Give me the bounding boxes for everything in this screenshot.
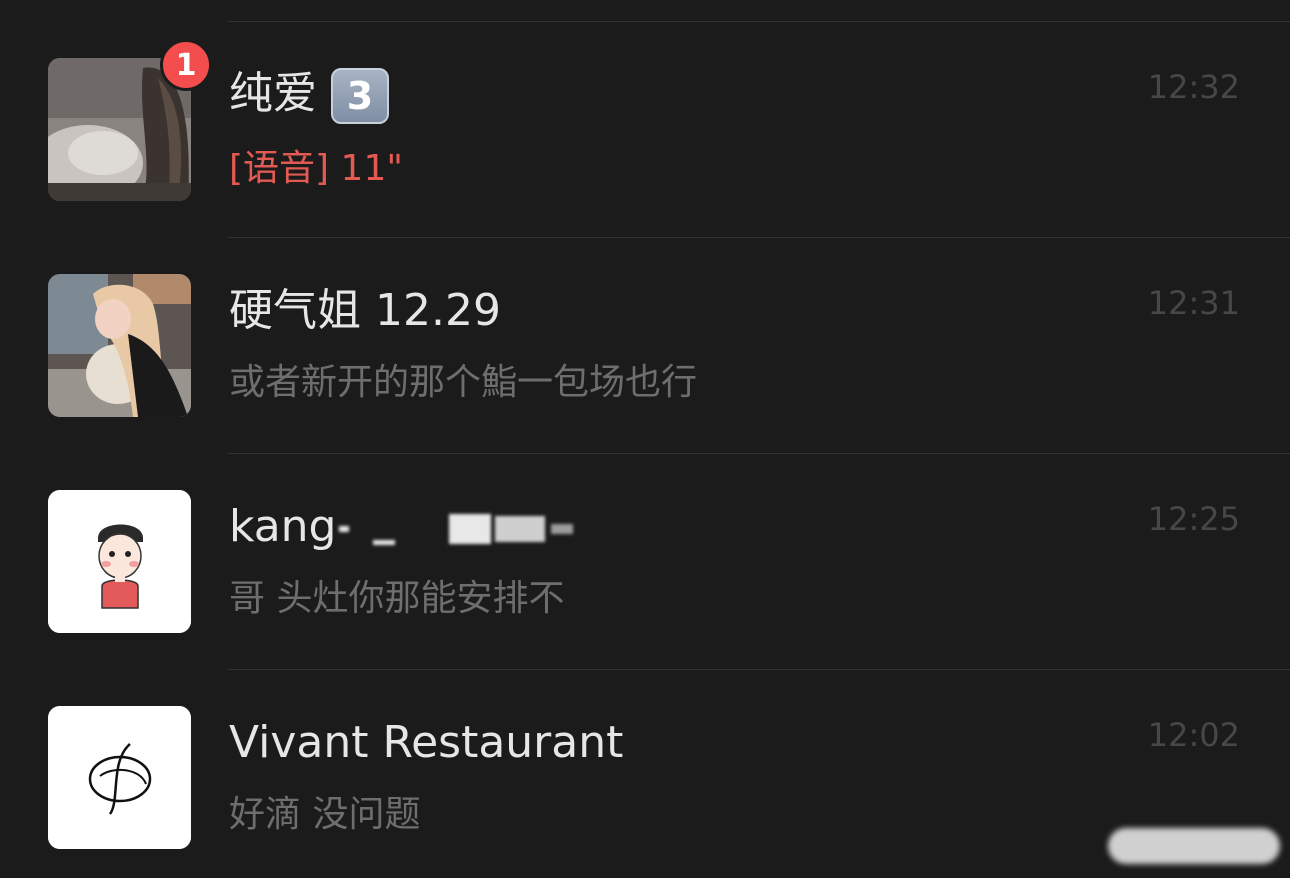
message-preview: 好滴 没问题 [229,794,421,835]
chat-name: kang [229,499,573,555]
cartoon-boy-avatar-icon [48,490,191,633]
chat-name: Vivant Restaurant [229,717,624,768]
chat-name: 纯爱 3 [229,66,389,124]
message-preview: 或者新开的那个鮨一包场也行 [229,362,698,403]
vivant-logo-avatar-icon [48,706,191,849]
chat-list: 1 纯爱 3 [语音] 11" 12:32 硬气姐 12.29 或者新开的那个鮨一… [0,0,1290,878]
chat-name: 硬气姐 12.29 [229,285,501,336]
redacted-name [337,501,573,552]
chat-row-chunai[interactable]: 1 纯爱 3 [语音] 11" 12:32 [0,22,1290,238]
avatar[interactable] [48,490,191,633]
chat-row-yingqijie[interactable]: 硬气姐 12.29 或者新开的那个鮨一包场也行 12:31 [0,238,1290,454]
avatar[interactable] [48,274,191,417]
photo-avatar-woman-with-cat-icon [48,274,191,417]
voice-message-preview: [语音] 11" [229,148,403,189]
chat-time: 12:02 [1147,716,1240,754]
message-preview: 哥 头灶你那能安排不 [229,578,565,619]
avatar[interactable] [48,706,191,849]
keycap-three-emoji-icon: 3 [331,68,389,124]
chat-name-text: kang [229,501,337,552]
chat-time: 12:32 [1147,68,1240,106]
chat-name-text: 纯爱 [229,68,317,119]
chat-row-kang[interactable]: kang 哥 头灶你那能安排不 12:25 [0,454,1290,670]
chat-time: 12:25 [1147,500,1240,538]
chat-time: 12:31 [1147,284,1240,322]
unread-badge: 1 [160,39,212,91]
chat-row-vivant-restaurant[interactable]: Vivant Restaurant 好滴 没问题 12:02 [0,670,1290,878]
watermark [1108,828,1280,864]
